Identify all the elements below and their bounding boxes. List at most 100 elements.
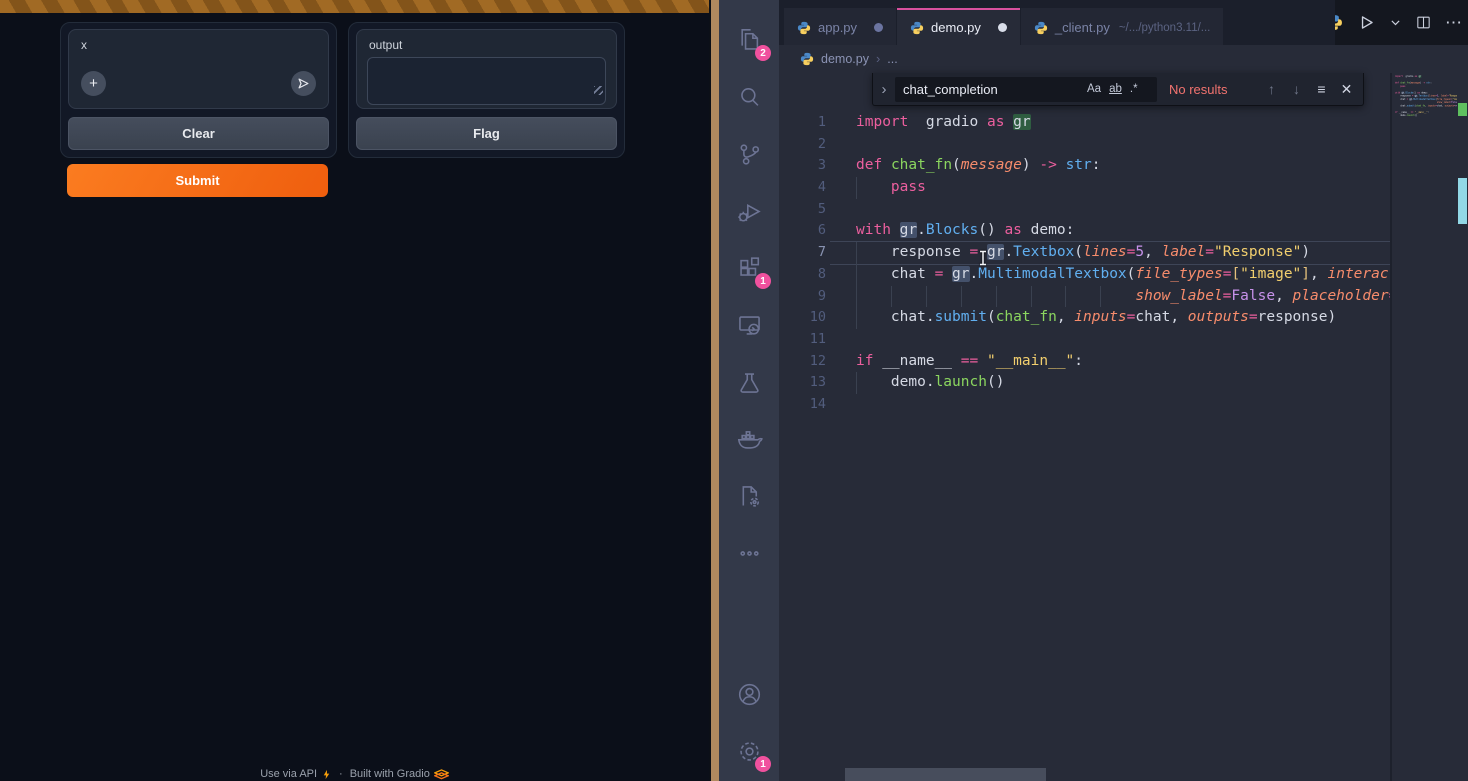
line-content: show_label=False, placeholder= <box>856 286 1390 308</box>
attach-file-button[interactable]: + <box>81 71 106 96</box>
activity-bar-bottom: 1 <box>719 666 779 780</box>
loading-stripes-bar <box>0 0 709 13</box>
output-form-group: output Flag <box>348 22 625 158</box>
tab-demo.py[interactable]: demo.py <box>897 8 1020 45</box>
code-line-7[interactable]: 7 response = gr.Textbox(lines=5, label="… <box>779 242 1390 264</box>
line-number: 7 <box>779 242 826 264</box>
code-line-14[interactable]: 14 <box>779 394 1390 416</box>
tab-description: ~/.../python3.11/... <box>1119 22 1211 34</box>
activity-extensions-icon[interactable]: 1 <box>719 240 779 297</box>
activity-docker-icon[interactable] <box>719 411 779 468</box>
line-number: 3 <box>779 155 826 177</box>
breadcrumb-file[interactable]: demo.py <box>821 52 869 66</box>
find-input-box: Aa ab .* <box>895 77 1157 102</box>
gradio-logo-icon <box>434 769 449 780</box>
multimodal-input[interactable]: x + <box>68 29 329 109</box>
line-number: 13 <box>779 372 826 394</box>
activity-badge: 1 <box>755 273 771 289</box>
horizontal-scrollbar[interactable] <box>845 768 1046 781</box>
overview-ruler <box>1457 0 1468 781</box>
activity-account-icon[interactable] <box>719 666 779 723</box>
line-content: demo.launch() <box>856 372 1004 394</box>
line-content: def chat_fn(message) -> str: <box>856 155 1101 177</box>
code-editor[interactable]: 1import gradio as gr23 def chat_fn(messag… <box>779 73 1390 781</box>
split-editor-button[interactable] <box>1415 14 1432 31</box>
run-button[interactable] <box>1357 13 1376 32</box>
python-icon <box>800 52 814 66</box>
find-previous-button[interactable]: ↑ <box>1259 81 1284 97</box>
line-number: 8 <box>779 264 826 286</box>
overview-marker-green <box>1458 103 1467 116</box>
code-line-6[interactable]: 6with gr.Blocks() as demo: <box>779 220 1390 242</box>
mouse-text-cursor <box>978 250 988 270</box>
activity-source-control-icon[interactable] <box>719 126 779 183</box>
activity-bar: 2 1 1 <box>719 0 779 781</box>
code-line-10[interactable]: 10 chat.submit(chat_fn, inputs=chat, out… <box>779 307 1390 329</box>
code-line-11[interactable]: 11 <box>779 329 1390 351</box>
send-button[interactable] <box>291 71 316 96</box>
tabs: app.py demo.py _client.py~/.../python3.11/… <box>784 8 1224 45</box>
tab-_client.py[interactable]: _client.py~/.../python3.11/... <box>1021 8 1223 45</box>
find-in-selection-button[interactable]: ≡ <box>1309 81 1334 97</box>
split-editor-icon <box>1415 14 1432 31</box>
run-dropdown-chevron[interactable] <box>1389 16 1402 29</box>
activity-badge: 1 <box>755 756 771 772</box>
breadcrumb-separator: › <box>876 51 880 66</box>
code-line-12[interactable]: 12if __name__ == "__main__": <box>779 351 1390 373</box>
code-line-3[interactable]: 3 def chat_fn(message) -> str: <box>779 155 1390 177</box>
code-line-2[interactable]: 2 <box>779 134 1390 156</box>
line-content: with gr.Blocks() as demo: <box>856 220 1074 242</box>
overview-marker-cyan <box>1458 178 1467 224</box>
flag-button[interactable]: Flag <box>356 117 617 150</box>
code-line-4[interactable]: 4 pass <box>779 177 1390 199</box>
activity-run-debug-icon[interactable] <box>719 183 779 240</box>
whole-word-toggle[interactable]: ab <box>1109 83 1122 95</box>
find-expand-chevron[interactable]: › <box>873 81 895 98</box>
tab-app.py[interactable]: app.py <box>784 8 896 45</box>
output-textarea[interactable] <box>367 57 606 105</box>
submit-button[interactable]: Submit <box>67 164 328 197</box>
breadcrumb-more[interactable]: ... <box>887 52 897 66</box>
tab-bar: app.py demo.py _client.py~/.../python3.11/… <box>779 0 1468 45</box>
minimap-content: import gradio as grdef chat_fn(message) … <box>1395 75 1457 121</box>
activity-more-icon[interactable] <box>719 525 779 582</box>
dirty-indicator <box>998 23 1007 32</box>
use-via-api-label: Use via API <box>260 768 317 780</box>
activity-file-settings-icon[interactable] <box>719 468 779 525</box>
screen: x + Clear Submit output Flag Use via API <box>0 0 1468 781</box>
code-line-1[interactable]: 1import gradio as gr <box>779 112 1390 134</box>
clear-button[interactable]: Clear <box>68 117 329 150</box>
find-widget: › Aa ab .* No results ↑ ↓ ≡ ✕ <box>872 73 1364 106</box>
find-next-button[interactable]: ↓ <box>1284 81 1309 97</box>
line-content: chat = gr.MultimodalTextbox(file_types=[… <box>856 264 1390 286</box>
use-via-api-link[interactable]: Use via API <box>260 768 332 780</box>
output-card: output <box>356 29 617 109</box>
code-line-8[interactable]: 8 chat = gr.MultimodalTextbox(file_types… <box>779 264 1390 286</box>
match-case-toggle[interactable]: Aa <box>1087 83 1101 95</box>
activity-search-icon[interactable] <box>719 69 779 126</box>
find-close-button[interactable]: ✕ <box>1334 81 1359 98</box>
code-line-9[interactable]: 9 show_label=False, placeholder= <box>779 286 1390 308</box>
breadcrumb: demo.py › ... <box>779 45 1390 72</box>
code-line-13[interactable]: 13 demo.launch() <box>779 372 1390 394</box>
activity-remote-explorer-icon[interactable] <box>719 297 779 354</box>
gradio-footer: Use via API · Built with Gradio <box>0 768 709 780</box>
line-content: import gradio as gr <box>856 112 1031 134</box>
tab-label: app.py <box>818 20 857 35</box>
find-input[interactable] <box>895 82 1079 97</box>
minimap[interactable]: import gradio as grdef chat_fn(message) … <box>1390 73 1457 781</box>
activity-testing-icon[interactable] <box>719 354 779 411</box>
line-number: 2 <box>779 134 826 156</box>
activity-explorer-icon[interactable]: 2 <box>719 12 779 69</box>
find-status: No results <box>1169 82 1259 97</box>
send-icon <box>296 76 311 91</box>
built-with-gradio-link[interactable]: Built with Gradio <box>350 768 449 780</box>
tab-label: demo.py <box>931 20 981 35</box>
line-number: 9 <box>779 286 826 308</box>
lightning-icon <box>321 769 332 780</box>
activity-settings-icon[interactable]: 1 <box>719 723 779 780</box>
footer-separator: · <box>339 768 343 780</box>
regex-toggle[interactable]: .* <box>1130 83 1138 95</box>
code-line-5[interactable]: 5 <box>779 199 1390 221</box>
gradio-app-panel: x + Clear Submit output Flag Use via API <box>0 0 709 781</box>
